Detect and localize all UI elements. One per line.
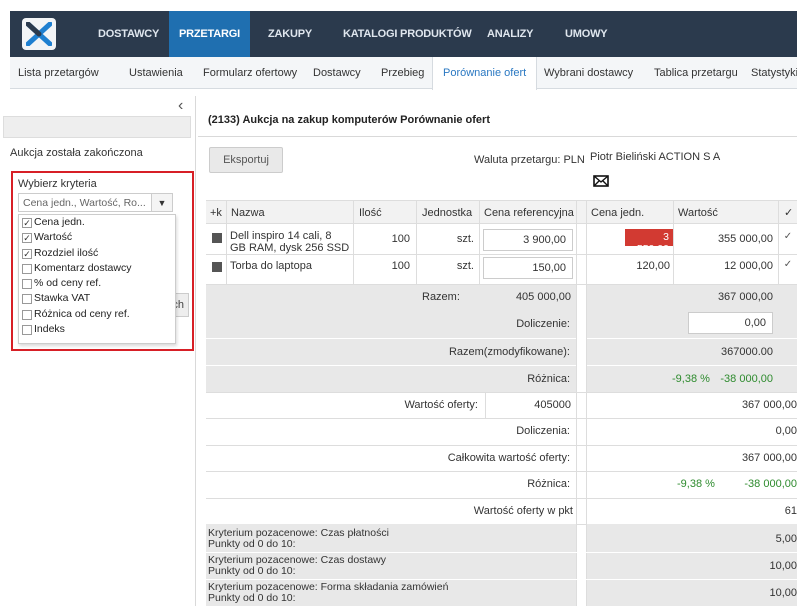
row-unit-price: 3 550,00 [625,229,673,255]
row-value: 12 000,00 [724,260,773,272]
row-unit: szt. [456,260,474,272]
tab-formularz-ofertowy[interactable]: Formularz ofertowy [203,57,297,89]
table-header: +k Nazwa Ilość Jednostka Cena referencyj… [206,200,797,224]
nav-umowy[interactable]: UMOWY [565,11,608,57]
export-button[interactable]: Eksportuj [209,147,283,173]
total-value: 367 000,00 [741,452,797,464]
col-unit: Jednostka [422,207,473,219]
nav-dostawcy[interactable]: DOSTAWCY [98,11,159,57]
main-content: (2133) Aukcja na zakup komputerów Porówn… [198,96,797,606]
product-icon [212,262,222,272]
divider [206,498,797,499]
tab-ustawienia[interactable]: Ustawienia [129,57,183,89]
charge-input[interactable]: 0,00 [688,312,773,334]
row-name: Dell inspiro 14 cali, 8 GB RAM, dysk 256… [230,230,350,254]
divider [206,579,797,580]
sum-modified-value: 367000.00 [721,346,773,358]
auction-status: Aukcja została zakończona [10,147,143,159]
divider [206,552,797,553]
nav-przetargi[interactable]: PRZETARGI [169,11,250,57]
diff2-value: -38 000,00 [744,478,797,490]
chevron-left-icon[interactable]: ‹ [178,97,183,115]
points-label: Wartość oferty w pkt [473,505,573,517]
row-qty: 100 [391,260,410,272]
app-logo[interactable] [22,18,56,50]
points-value: 61 [784,505,797,517]
diff-percent: -9,38 % [672,373,710,385]
check-icon[interactable]: ✓ [782,231,794,243]
divider [198,136,797,137]
criteria-range: Punkty od 0 do 10: [208,538,296,550]
diff-value: -38 000,00 [720,373,773,385]
logo-x-icon [26,22,52,46]
col-check-icon[interactable]: ✓ [784,201,793,225]
col-qty: Ilość [359,207,382,219]
product-icon [212,233,222,243]
criteria-range: Punkty od 0 do 10: [208,565,296,577]
tab-dostawcy[interactable]: Dostawcy [313,57,361,89]
criteria-range: Punkty od 0 do 10: [208,592,296,604]
row-unit-price: 120,00 [636,260,670,272]
tab-lista-przetargow[interactable]: Lista przetargów [18,57,99,89]
sum-modified-label: Razem(zmodyfikowane): [448,346,570,358]
divider [206,418,797,419]
criteria-value: 5,00 [775,533,797,545]
row-value: 355 000,00 [717,233,773,245]
row-name: Torba do laptopa [230,260,312,272]
offer-value-supplier: 367 000,00 [741,399,797,411]
currency-label: Waluta przetargu: PLN [474,154,585,166]
offer-value-ref: 405000 [534,399,571,411]
check-icon[interactable]: ✓ [782,259,794,271]
row-unit: szt. [456,233,474,245]
sum-ref: 405 000,00 [515,291,571,303]
nav-katalogi-produktow[interactable]: KATALOGI PRODUKTÓW [343,11,472,57]
nav-zakupy[interactable]: ZAKUPY [268,11,312,57]
charges-label: Doliczenia: [516,425,570,437]
tab-porownanie-ofert[interactable]: Porównanie ofert [432,57,538,90]
offer-value-label: Wartość oferty: [404,399,478,411]
sub-navigation: Lista przetargów Ustawienia Formularz of… [10,57,797,90]
divider [206,445,797,446]
charge-label: Doliczenie: [516,318,570,330]
charges-value: 0,00 [775,425,797,437]
tab-statystyki[interactable]: Statystyki [751,57,797,89]
divider [206,471,797,472]
sidebar-header-box [3,116,191,138]
supplier-name: Piotr Bieliński ACTION S A [590,151,721,163]
mail-icon[interactable] [593,175,609,187]
divider [576,200,577,606]
ref-price-input[interactable]: 3 900,00 [483,229,573,251]
divider [485,392,486,418]
col-plus-k[interactable]: +k [210,201,222,225]
divider [206,254,797,255]
divider [673,200,674,286]
diff-label: Różnica: [527,373,570,385]
tab-tablica-przetargu[interactable]: Tablica przetargu [654,57,738,89]
top-navigation: DOSTAWCY PRZETARGI ZAKUPY KATALOGI PRODU… [10,11,797,57]
diff2-percent: -9,38 % [677,478,715,490]
nav-analizy[interactable]: ANALIZY [487,11,533,57]
row-qty: 100 [391,233,410,245]
col-ref-price: Cena referencyjna [484,207,574,219]
sum-supplier: 367 000,00 [717,291,773,303]
col-value: Wartość [678,207,718,219]
page-title: (2133) Aukcja na zakup komputerów Porówn… [208,114,490,126]
divider [206,392,797,393]
divider [778,200,779,286]
col-unit-price: Cena jedn. [591,207,645,219]
total-label: Całkowita wartość oferty: [447,452,570,464]
highlight-frame [11,171,194,351]
criteria-value: 10,00 [769,560,797,572]
tab-przebieg[interactable]: Przebieg [381,57,424,89]
diff2-label: Różnica: [527,478,570,490]
criteria-value: 10,00 [769,587,797,599]
sum-label: Razem: [422,291,460,303]
tab-wybrani-dostawcy[interactable]: Wybrani dostawcy [544,57,633,89]
ref-price-input[interactable]: 150,00 [483,257,573,279]
col-name: Nazwa [231,207,265,219]
